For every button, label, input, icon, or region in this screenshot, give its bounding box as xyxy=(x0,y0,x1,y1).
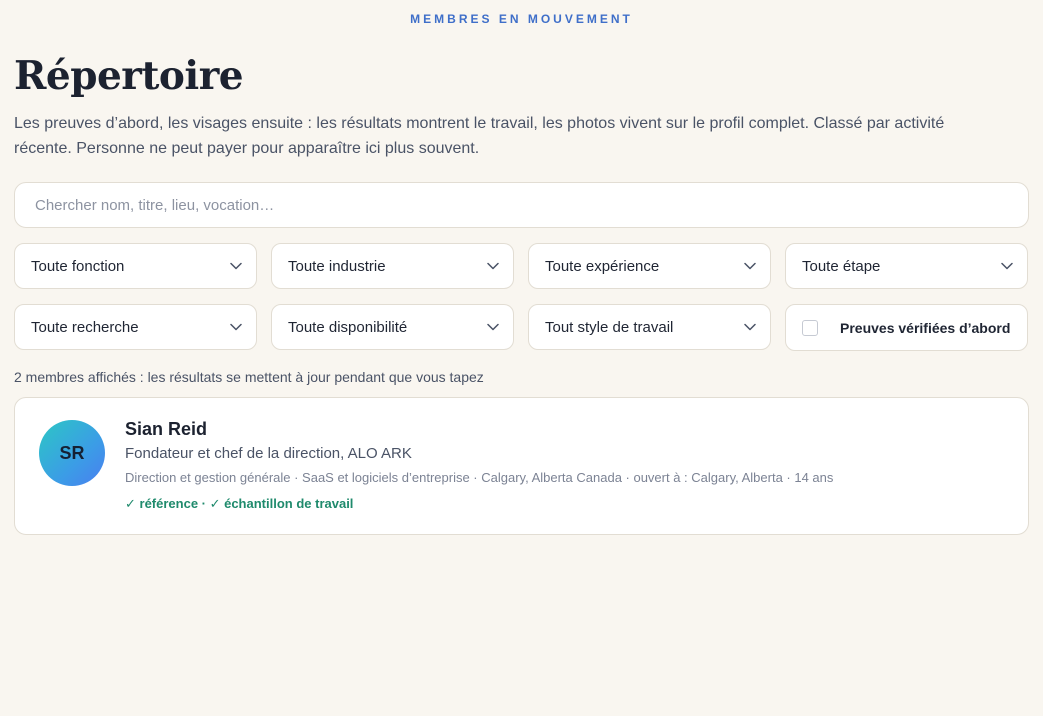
industry-select-value: Toute industrie xyxy=(288,257,386,275)
work-style-select-value: Tout style de travail xyxy=(545,318,674,336)
chevron-down-icon xyxy=(487,321,499,333)
chevron-down-icon xyxy=(744,260,756,272)
results-count: 2 membres affichés : les résultats se me… xyxy=(14,369,484,385)
chevron-down-icon xyxy=(230,260,242,272)
industry-select[interactable]: Toute industrie xyxy=(271,243,514,289)
filter-grid: Toute fonction Toute industrie Toute exp… xyxy=(14,243,1029,351)
experience-select-value: Toute expérience xyxy=(545,257,660,275)
function-select-value: Toute fonction xyxy=(31,257,125,275)
member-meta: Direction et gestion générale · SaaS et … xyxy=(125,470,834,485)
page-title: Répertoire xyxy=(14,53,244,99)
research-select[interactable]: Toute recherche xyxy=(14,304,257,350)
verified-proofs-label: Preuves vérifiées d’abord xyxy=(840,319,1011,336)
chevron-down-icon xyxy=(230,321,242,333)
function-select[interactable]: Toute fonction xyxy=(14,243,257,289)
member-name[interactable]: Sian Reid xyxy=(125,418,833,440)
chevron-down-icon xyxy=(744,321,756,333)
availability-select-value: Toute disponibilité xyxy=(288,318,408,336)
checkbox-icon[interactable] xyxy=(802,319,818,336)
avatar: SR xyxy=(39,420,105,486)
chevron-down-icon xyxy=(1001,260,1013,272)
stage-select-value: Toute étape xyxy=(802,257,881,275)
page-eyebrow: MEMBRES EN MOUVEMENT xyxy=(410,12,633,26)
member-card[interactable]: SR Sian Reid Fondateur et chef de la dir… xyxy=(14,397,1029,535)
verified-proofs-toggle[interactable]: Preuves vérifiées d’abord xyxy=(785,304,1028,351)
work-style-select[interactable]: Tout style de travail xyxy=(528,304,771,350)
chevron-down-icon xyxy=(487,260,499,272)
page-intro: Les preuves d’abord, les visages ensuite… xyxy=(14,115,945,157)
search-box[interactable] xyxy=(14,182,1029,228)
experience-select[interactable]: Toute expérience xyxy=(528,243,771,289)
member-role: Fondateur et chef de la direction, ALO A… xyxy=(125,445,412,462)
research-select-value: Toute recherche xyxy=(31,318,139,336)
member-card-body: Sian Reid Fondateur et chef de la direct… xyxy=(125,418,833,512)
page: MEMBRES EN MOUVEMENT Répertoire Les preu… xyxy=(14,0,1029,535)
stage-select[interactable]: Toute étape xyxy=(785,243,1028,289)
availability-select[interactable]: Toute disponibilité xyxy=(271,304,514,350)
avatar-initials: SR xyxy=(59,442,85,463)
search-input[interactable] xyxy=(33,195,1028,215)
member-proofs: ✓ référence · ✓ échantillon de travail xyxy=(125,496,354,511)
